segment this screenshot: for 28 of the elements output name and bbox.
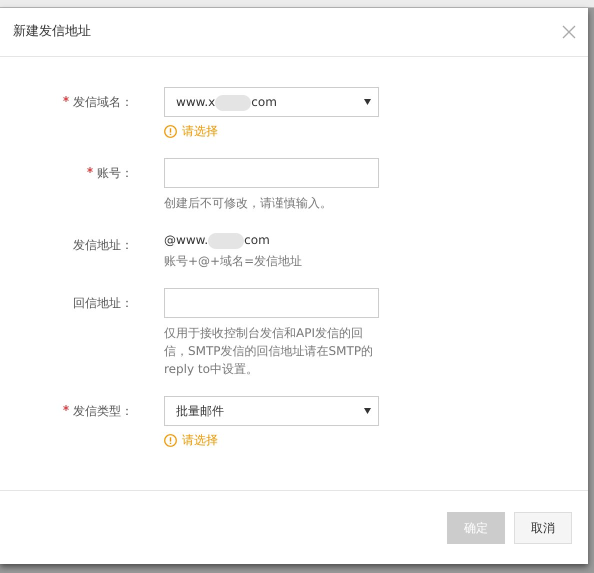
address-text: @www. <box>164 233 208 247</box>
address-text: com <box>251 95 277 109</box>
address-text: www.x <box>176 95 216 109</box>
hint-text: 创建后不可修改，请谨慎输入。 <box>164 195 333 212</box>
dialog-title: 新建发信地址 <box>13 23 91 42</box>
close-icon[interactable] <box>562 25 576 39</box>
warning-icon <box>164 434 177 446</box>
redaction-blur <box>215 94 252 111</box>
field-label: 发信地址： <box>73 238 133 252</box>
redaction-blur <box>208 232 244 249</box>
field-label: 回信地址： <box>73 296 133 310</box>
field-label: 账号： <box>97 166 133 180</box>
field-label: 发信域名： <box>73 95 133 109</box>
select-field[interactable]: 批量邮件 <box>164 396 379 426</box>
select-field[interactable]: www.x com <box>164 87 379 117</box>
hint-text: 仅用于接收控制台发信和API发信的回信，SMTP发信的回信地址请在SMTP的reply to中设置。 <box>164 325 374 378</box>
hint-text: 账号+@+域名=发信地址 <box>164 253 304 270</box>
address-text: com <box>244 233 270 247</box>
input-field[interactable] <box>164 288 379 318</box>
error-message: 请选择 <box>182 432 218 449</box>
caret-icon <box>364 408 371 414</box>
warning-icon <box>164 124 177 138</box>
error-message: 请选择 <box>182 123 218 140</box>
cancel-button[interactable]: 取消 <box>514 512 572 544</box>
field-label: 发信类型： <box>73 404 133 418</box>
input-field[interactable] <box>164 158 379 188</box>
caret-icon <box>364 99 371 105</box>
address-text: 批量邮件 <box>176 404 224 418</box>
